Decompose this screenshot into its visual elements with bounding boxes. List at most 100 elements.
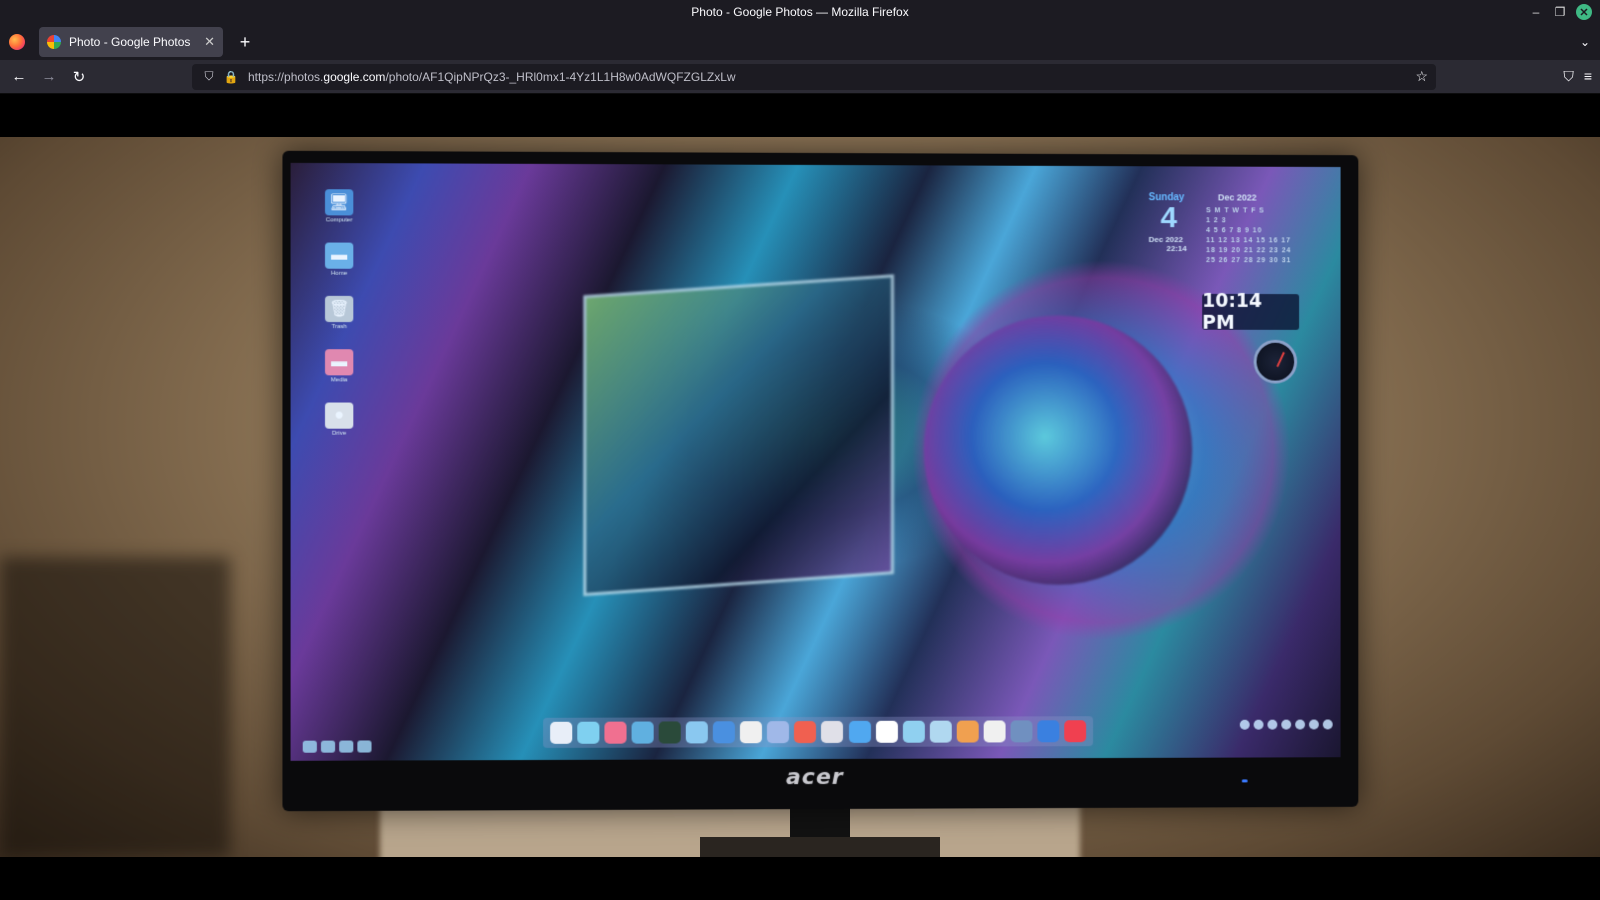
wallpaper-sphere (924, 315, 1192, 585)
dock-app-icon (740, 721, 762, 743)
tray-icon (1281, 720, 1291, 730)
dock-app-icon (1065, 720, 1087, 742)
wallpaper-cube (583, 274, 894, 596)
firefox-menu-icon[interactable] (9, 34, 25, 50)
calendar-row: 1 2 3 (1206, 216, 1295, 226)
app-menu-button[interactable]: ≡ (1584, 68, 1592, 85)
pocket-icon[interactable]: ⛉ (1563, 68, 1574, 85)
dock-app-icon (604, 722, 626, 744)
photo-image[interactable]: 🖥 Computer ▬ Home 🗑 Trash ▬ Media ● Drive Sunday … (0, 137, 1600, 857)
gauge-widget-icon (1254, 340, 1297, 384)
monitor-screen: 🖥 Computer ▬ Home 🗑 Trash ▬ Media ● Drive Sunday … (291, 163, 1341, 761)
media-folder-icon: ▬ (325, 349, 353, 375)
lock-icon[interactable]: 🔒 (220, 70, 242, 84)
computer-icon: 🖥 (325, 189, 353, 215)
trash-icon: 🗑 (325, 296, 353, 322)
close-tab-icon[interactable]: ✕ (204, 34, 215, 50)
address-bar[interactable]: ⛉ 🔒 https://photos.google.com/photo/AF1Q… (192, 64, 1436, 90)
url-host: google.com (323, 70, 385, 84)
tray-icon (1254, 720, 1264, 730)
tray-icon (339, 741, 353, 753)
dock-app-icon (713, 721, 735, 743)
tab-strip: Photo - Google Photos ✕ + ⌄ (0, 24, 1600, 60)
navigation-toolbar: ← → ↻ ⛉ 🔒 https://photos.google.com/phot… (0, 60, 1600, 94)
desktop-icon[interactable]: ▬ Media (323, 349, 355, 383)
dock-app-icon (577, 722, 599, 744)
dock-app-icon (876, 721, 898, 743)
tab-label: Photo - Google Photos (69, 35, 204, 49)
monitor-brand-logo: acer (786, 765, 844, 790)
calendar-row: 25 26 27 28 29 30 31 (1206, 256, 1295, 266)
back-button[interactable]: ← (4, 62, 34, 92)
dock-app-icon (930, 721, 952, 743)
tray-icon (357, 740, 371, 752)
dock-app-icon (794, 721, 816, 743)
dock-app-icon (767, 721, 789, 743)
bookmark-star-icon[interactable]: ☆ (1415, 68, 1428, 85)
desktop-icon[interactable]: 🗑 Trash (323, 296, 355, 330)
home-folder-icon: ▬ (325, 243, 353, 269)
desktop-icon-caption: Drive (332, 431, 346, 437)
dock-app-icon (957, 721, 979, 743)
dock-app-icon (686, 721, 708, 743)
tray-icon (1267, 720, 1277, 730)
desktop-icon-caption: Trash (332, 324, 347, 330)
photo-viewer: 🖥 Computer ▬ Home 🗑 Trash ▬ Media ● Drive Sunday … (0, 94, 1600, 900)
desktop-icon-caption: Computer (326, 217, 353, 223)
desktop-icons: 🖥 Computer ▬ Home 🗑 Trash ▬ Media ● Drive (291, 163, 1341, 167)
calendar-row: 4 5 6 7 8 9 10 (1206, 226, 1295, 236)
clock-widget: 10:14 PM (1202, 294, 1299, 330)
close-window-button[interactable]: ✕ (1576, 4, 1592, 20)
calendar-month-label: Dec 2022 (1218, 192, 1257, 202)
dock-app-icon (659, 721, 681, 743)
desktop-icon-caption: Home (331, 271, 347, 277)
toolbar-right: ⛉ ≡ (1563, 68, 1592, 85)
url-path: /photo/AF1QipNPrQz3-_HRl0mx1-4Yz1L1H8w0A… (385, 70, 735, 84)
url-prefix: https://photos. (248, 70, 323, 84)
desktop-icon-caption: Media (331, 377, 348, 383)
url-text[interactable]: https://photos.google.com/photo/AF1QipNP… (248, 70, 736, 84)
tray-icon (1240, 720, 1250, 730)
desktop-icon[interactable]: ▬ Home (323, 243, 355, 277)
list-all-tabs-button[interactable]: ⌄ (1580, 35, 1590, 49)
forward-button[interactable]: → (34, 62, 64, 92)
tab-google-photos[interactable]: Photo - Google Photos ✕ (39, 27, 223, 57)
calendar-widget: Sunday 4 Dec 2022 S M T W T F S 1 2 3 4 … (1149, 192, 1297, 253)
dock-app-icon (984, 720, 1006, 742)
taskbar-right-tray (1240, 719, 1333, 729)
tracking-protection-shield-icon[interactable]: ⛉ (198, 69, 220, 84)
tray-icon (303, 741, 317, 753)
window-controls: – ❐ ✕ (1524, 0, 1600, 24)
new-tab-button[interactable]: + (235, 32, 255, 53)
calendar-weekday-header: S M T W T F S (1206, 206, 1295, 216)
dock-app-icon (631, 722, 653, 744)
gauge-needle (1276, 352, 1284, 367)
tray-icon (1323, 719, 1333, 729)
dock-app-icon (903, 721, 925, 743)
tray-icon (1309, 720, 1319, 730)
calendar-row: 18 19 20 21 22 23 24 (1206, 246, 1295, 256)
calendar-row: 11 12 13 14 15 16 17 (1206, 236, 1295, 246)
dock (543, 716, 1093, 748)
drive-icon: ● (325, 403, 353, 429)
dock-app-icon (1011, 720, 1033, 742)
tray-icon (321, 741, 335, 753)
desktop-icon[interactable]: 🖥 Computer (323, 189, 355, 223)
dock-app-icon (849, 721, 871, 743)
monitor-stand-base (700, 837, 940, 857)
restore-button[interactable]: ❐ (1548, 0, 1572, 24)
dock-app-icon (550, 722, 572, 744)
window-titlebar: Photo - Google Photos — Mozilla Firefox … (0, 0, 1600, 24)
dock-app-icon (821, 721, 843, 743)
reload-button[interactable]: ↻ (64, 62, 94, 92)
dock-app-icon (1038, 720, 1060, 742)
google-photos-favicon-icon (47, 35, 61, 49)
minimize-button[interactable]: – (1524, 0, 1548, 24)
power-led (1242, 779, 1248, 782)
tray-icon (1295, 720, 1305, 730)
calendar-grid: S M T W T F S 1 2 3 4 5 6 7 8 9 10 11 12… (1206, 206, 1295, 266)
monitor: 🖥 Computer ▬ Home 🗑 Trash ▬ Media ● Drive Sunday … (282, 151, 1358, 811)
window-title: Photo - Google Photos — Mozilla Firefox (691, 5, 908, 19)
desktop-icon[interactable]: ● Drive (323, 403, 355, 437)
background-shadow (0, 557, 230, 857)
